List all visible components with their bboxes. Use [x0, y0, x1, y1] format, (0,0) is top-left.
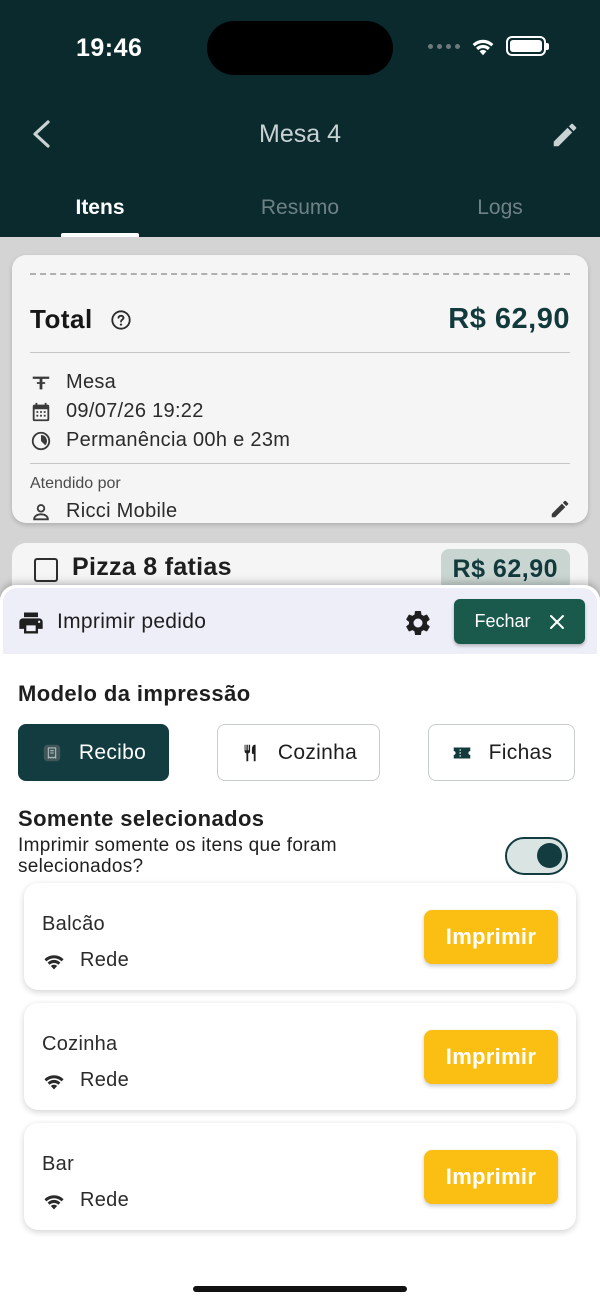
toggle-knob	[537, 843, 562, 868]
order-type: Mesa	[66, 371, 117, 393]
fork-knife-icon	[244, 744, 256, 761]
print-bottom-sheet: Imprimir pedido Fechar Modelo da impress…	[0, 585, 600, 1305]
print-button[interactable]: Imprimir	[424, 1030, 558, 1084]
connection-type: Rede	[80, 949, 130, 971]
printer-name: Balcão	[42, 913, 105, 935]
connection-row: Rede	[42, 1189, 129, 1212]
stay-row: Permanência 00h e 23m	[30, 429, 290, 452]
divider	[30, 463, 570, 464]
close-button[interactable]: Fechar	[454, 599, 585, 644]
total-value: R$ 62,90	[448, 303, 570, 335]
connection-type: Rede	[80, 1189, 130, 1211]
ticket-icon	[453, 747, 470, 758]
printer-card-cozinha: Cozinha Rede Imprimir	[24, 1003, 576, 1110]
calendar-icon	[32, 402, 50, 421]
served-by-label: Atendido por	[30, 475, 121, 492]
printer-name: Cozinha	[42, 1033, 118, 1055]
model-fichas-label: Fichas	[488, 740, 553, 764]
printer-card-balcao: Balcão Rede Imprimir	[24, 883, 576, 990]
model-fichas-button[interactable]: Fichas	[428, 724, 575, 781]
help-icon[interactable]	[110, 309, 132, 331]
sheet-title: Imprimir pedido	[57, 610, 207, 633]
printer-name: Bar	[42, 1153, 75, 1175]
selected-only-toggle[interactable]	[505, 837, 568, 875]
status-time: 19:46	[76, 34, 143, 62]
item-price: R$ 62,90	[440, 549, 570, 590]
sheet-header: Imprimir pedido Fechar	[3, 588, 597, 654]
order-datetime: 09/07/26 19:22	[66, 400, 204, 422]
wifi-icon	[44, 1074, 64, 1089]
tab-itens[interactable]: Itens	[40, 196, 160, 220]
printer-card-bar: Bar Rede Imprimir	[24, 1123, 576, 1230]
model-recibo-label: Recibo	[78, 740, 147, 764]
status-icons	[428, 36, 549, 56]
stay-duration: Permanência 00h e 23m	[66, 429, 291, 451]
served-by-row: Ricci Mobile	[30, 500, 177, 523]
edit-icon[interactable]	[550, 120, 580, 150]
tab-bar: Itens Resumo Logs	[0, 190, 600, 237]
model-recibo-button[interactable]: Recibo	[18, 724, 169, 781]
total-label: Total	[30, 304, 93, 334]
print-button[interactable]: Imprimir	[424, 1150, 558, 1204]
app-header: 19:46 Mesa 4 Itens Resumo Logs	[0, 0, 600, 237]
model-cozinha-button[interactable]: Cozinha	[217, 724, 380, 781]
cellular-signal-icon	[428, 43, 460, 49]
receipt-icon	[43, 744, 61, 761]
tab-logs[interactable]: Logs	[440, 196, 560, 220]
page-title: Mesa 4	[259, 120, 341, 148]
gear-icon[interactable]	[403, 608, 433, 638]
served-by-name: Ricci Mobile	[66, 500, 178, 522]
item-name: Pizza 8 fatias	[72, 553, 232, 581]
dynamic-island	[207, 21, 393, 75]
printer-icon	[19, 612, 43, 634]
timelapse-icon	[31, 431, 51, 450]
edit-icon[interactable]	[549, 498, 571, 520]
wifi-icon	[472, 39, 494, 56]
connection-row: Rede	[42, 1069, 129, 1092]
close-icon	[549, 614, 564, 629]
person-icon	[33, 503, 49, 520]
close-button-label: Fechar	[474, 611, 531, 631]
battery-icon	[506, 36, 549, 56]
tab-resumo[interactable]: Resumo	[240, 196, 360, 220]
dashed-divider	[30, 273, 570, 275]
summary-card: Total R$ 62,90 Mesa 09/07/26 19:22 Perma…	[12, 255, 588, 523]
model-section-title: Modelo da impressão	[18, 681, 251, 706]
print-button[interactable]: Imprimir	[424, 910, 558, 964]
order-type-row: Mesa	[30, 371, 116, 394]
connection-type: Rede	[80, 1069, 130, 1091]
divider	[30, 352, 570, 353]
wifi-icon	[44, 1194, 64, 1209]
wifi-icon	[44, 954, 64, 969]
datetime-row: 09/07/26 19:22	[30, 400, 204, 423]
selected-only-title: Somente selecionados	[18, 806, 265, 831]
item-checkbox[interactable]	[34, 558, 58, 582]
page-content: Total R$ 62,90 Mesa 09/07/26 19:22 Perma…	[0, 237, 600, 623]
selected-only-description: Imprimir somente os itens que foram sele…	[18, 835, 337, 877]
table-icon	[32, 376, 50, 389]
model-cozinha-label: Cozinha	[277, 740, 358, 764]
connection-row: Rede	[42, 949, 129, 972]
home-indicator[interactable]	[193, 1286, 407, 1292]
